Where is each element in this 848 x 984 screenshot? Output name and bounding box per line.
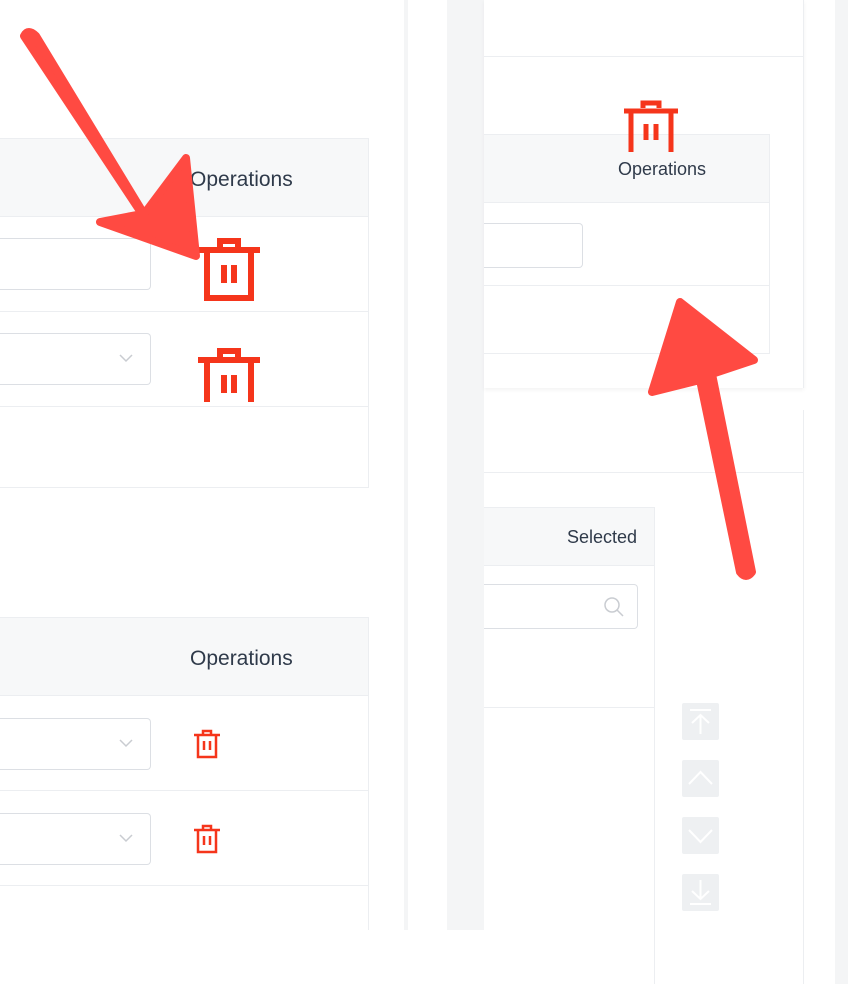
table-row	[0, 696, 368, 791]
move-bottom-button[interactable]	[682, 874, 719, 911]
divider	[484, 472, 804, 473]
trash-icon[interactable]	[193, 824, 221, 854]
text-input[interactable]	[0, 238, 151, 290]
transfer-header: Selected	[484, 508, 654, 566]
select-field[interactable]	[0, 813, 151, 865]
table-row	[0, 312, 368, 407]
text-input[interactable]	[484, 223, 583, 268]
move-up-icon	[688, 770, 713, 785]
operations-column-header: Operations	[190, 168, 293, 191]
chevron-down-icon	[119, 354, 133, 363]
lower-panel: Selected	[484, 410, 804, 984]
operations-table-2: Operations	[0, 617, 369, 931]
move-up-button[interactable]	[682, 760, 719, 797]
trash-icon[interactable]	[622, 100, 680, 152]
move-bottom-icon	[690, 880, 711, 905]
search-icon	[604, 597, 624, 617]
panel-gutter	[447, 0, 484, 930]
table-header: Operations	[0, 617, 368, 696]
operations-column-header: Operations	[190, 647, 293, 670]
move-down-button[interactable]	[682, 817, 719, 854]
selected-header: Selected	[566, 527, 637, 547]
left-panel: Operations Operations	[0, 0, 408, 931]
table-header: Operations	[0, 138, 368, 217]
operations-table-1: Operations	[0, 138, 369, 488]
select-field[interactable]	[0, 333, 151, 385]
move-top-button[interactable]	[682, 703, 719, 740]
table-row	[484, 203, 769, 286]
select-field[interactable]	[0, 718, 151, 770]
middle-panel: Operations	[484, 0, 804, 388]
chevron-down-icon	[119, 834, 133, 843]
chevron-down-icon	[119, 739, 133, 748]
panel-edge	[404, 0, 408, 930]
transfer-selected-list: Selected	[484, 507, 655, 984]
operations-table-3: Operations	[484, 134, 770, 354]
table-row	[0, 791, 368, 886]
move-top-icon	[690, 709, 711, 734]
table-row	[0, 217, 368, 312]
table-row	[0, 407, 368, 488]
operations-column-header: Operations	[618, 159, 707, 179]
divider	[484, 707, 655, 708]
panel-gutter	[835, 0, 848, 984]
trash-icon[interactable]	[196, 347, 262, 402]
trash-icon[interactable]	[196, 237, 262, 303]
search-input[interactable]	[484, 584, 638, 629]
table-row	[0, 886, 368, 931]
trash-icon[interactable]	[193, 729, 221, 759]
move-down-icon	[688, 829, 713, 844]
page-background	[0, 930, 484, 984]
divider	[484, 56, 804, 57]
